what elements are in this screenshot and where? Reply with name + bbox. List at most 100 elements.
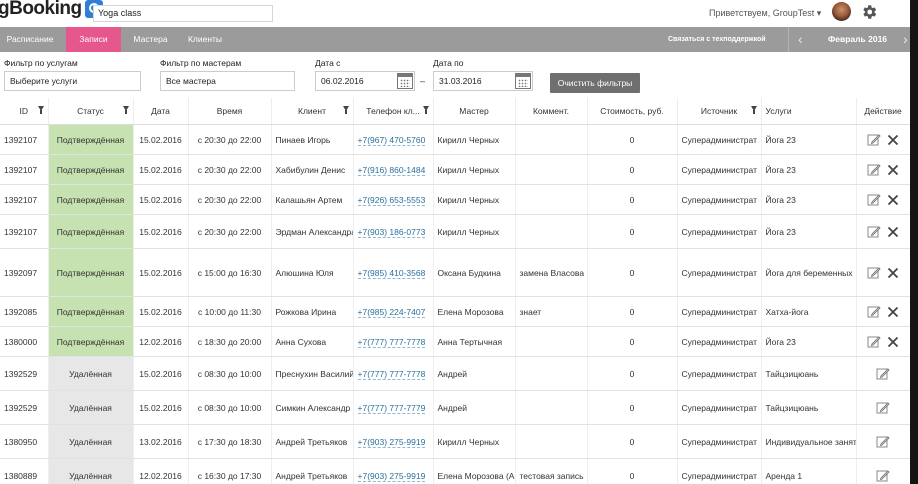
delete-icon[interactable] — [886, 335, 900, 349]
col-header-phone[interactable]: Телефон кл... — [353, 98, 434, 125]
bookings-table-body: 1392107 Подтверждённая 15.02.2016 с 20:30 д… — [0, 124, 910, 484]
gear-icon[interactable] — [860, 3, 878, 21]
col-header-client[interactable]: Клиент — [271, 98, 354, 125]
col-header-source[interactable]: Источник — [677, 98, 762, 125]
table-row[interactable]: 1392107 Подтверждённая 15.02.2016 с 20:30 д… — [0, 184, 910, 215]
booking-cost: 0 — [587, 424, 678, 459]
filter-icon[interactable] — [37, 106, 44, 114]
service-filter-select[interactable]: Выберите услуги — [4, 71, 141, 91]
branch-selector[interactable]: Yoga class — [93, 5, 273, 22]
booking-cost: 0 — [587, 356, 678, 391]
client-phone-cell: +7(916) 860-1484 — [353, 154, 434, 185]
client-name: Эрдман Александра — [271, 214, 354, 249]
booking-date: 15.02.2016 — [133, 296, 189, 327]
client-phone-cell: +7(985) 410-3568 — [353, 248, 434, 297]
booking-comment — [515, 326, 588, 357]
table-row[interactable]: 1392107 Подтверждённая 15.02.2016 с 20:30 д… — [0, 214, 910, 249]
nav-item-bookings[interactable]: Записи — [66, 27, 121, 52]
nav-item-masters[interactable]: Мастера — [127, 27, 174, 52]
booking-cost: 0 — [587, 184, 678, 215]
filter-icon[interactable] — [422, 106, 429, 114]
edit-icon[interactable] — [867, 225, 881, 239]
client-phone-link[interactable]: +7(903) 186-0773 — [357, 226, 426, 238]
clear-filters-button[interactable]: Очистить фильтры — [550, 73, 640, 93]
top-bar: gBooking Yoga class Приветствуем, GroupT… — [0, 0, 910, 28]
col-header-cost[interactable]: Стоимость, руб. — [587, 98, 678, 125]
booking-id: 1392529 — [0, 390, 49, 425]
delete-icon[interactable] — [886, 266, 900, 280]
calendar-icon[interactable] — [515, 73, 531, 89]
nav-item-clients[interactable]: Клиенты — [180, 27, 230, 52]
support-link[interactable]: Связаться с техподдержкой — [668, 27, 766, 52]
edit-icon[interactable] — [867, 193, 881, 207]
delete-icon[interactable] — [886, 193, 900, 207]
booking-service: Йога 23 — [761, 326, 857, 357]
col-header-master[interactable]: Мастер — [433, 98, 516, 125]
table-row[interactable]: 1392085 Подтверждённая 15.02.2016 с 10:00 д… — [0, 296, 910, 327]
client-phone-link[interactable]: +7(967) 470-5760 — [357, 134, 426, 146]
next-month-arrow-icon[interactable]: › — [903, 27, 908, 52]
table-row[interactable]: 1392529 Удалённая 15.02.2016 с 08:30 до 10:… — [0, 390, 910, 425]
edit-icon[interactable] — [867, 305, 881, 319]
table-row[interactable]: 1380889 Удалённая 12.02.2016 с 16:30 до 17:… — [0, 458, 910, 484]
edit-icon[interactable] — [876, 401, 890, 415]
client-phone-link[interactable]: +7(903) 275-9919 — [357, 470, 426, 482]
nav-item-schedule[interactable]: Расписание — [0, 27, 60, 52]
booking-time: с 08:30 до 10:00 — [188, 356, 272, 391]
edit-icon[interactable] — [867, 163, 881, 177]
booking-cost: 0 — [587, 214, 678, 249]
table-row[interactable]: 1392529 Удалённая 15.02.2016 с 08:30 до 10:… — [0, 356, 910, 391]
client-phone-link[interactable]: +7(777) 777-7778 — [357, 336, 426, 348]
client-phone-link[interactable]: +7(985) 224-7407 — [357, 306, 426, 318]
client-phone-link[interactable]: +7(985) 410-3568 — [357, 267, 426, 279]
col-header-date[interactable]: Дата — [133, 98, 189, 125]
table-row[interactable]: 1392107 Подтверждённая 15.02.2016 с 20:30 д… — [0, 154, 910, 185]
table-row[interactable]: 1380000 Подтверждённая 12.02.2016 с 18:30 д… — [0, 326, 910, 357]
row-actions — [856, 424, 910, 459]
booking-date: 15.02.2016 — [133, 248, 189, 297]
delete-icon[interactable] — [886, 305, 900, 319]
booking-time: с 10:00 до 11:30 — [188, 296, 272, 327]
edit-icon[interactable] — [876, 435, 890, 449]
col-header-id[interactable]: ID — [0, 98, 49, 125]
app-window: gBooking Yoga class Приветствуем, GroupT… — [0, 0, 910, 484]
edit-icon[interactable] — [867, 133, 881, 147]
edit-icon[interactable] — [867, 335, 881, 349]
master-name: Елена Морозова (Аврора) — [433, 458, 516, 484]
col-header-comment[interactable]: Коммент. — [515, 98, 588, 125]
prev-month-arrow-icon[interactable]: ‹ — [798, 27, 803, 52]
user-greeting-menu[interactable]: Приветствуем, GroupTest ▾ — [709, 8, 821, 19]
client-phone-link[interactable]: +7(926) 653-5553 — [357, 194, 426, 206]
table-row[interactable]: 1392097 Подтверждённая 15.02.2016 с 15:00 д… — [0, 248, 910, 297]
master-name: Кирилл Черных — [433, 184, 516, 215]
filter-icon[interactable] — [750, 106, 757, 114]
table-row[interactable]: 1380950 Удалённая 13.02.2016 с 17:30 до 18:… — [0, 424, 910, 459]
col-header-time[interactable]: Время — [188, 98, 272, 125]
client-phone-link[interactable]: +7(777) 777-7779 — [357, 402, 426, 414]
booking-id: 1392097 — [0, 248, 49, 297]
filter-icon[interactable] — [342, 106, 349, 114]
table-row[interactable]: 1392107 Подтверждённая 15.02.2016 с 20:30 д… — [0, 124, 910, 155]
filter-icon[interactable] — [122, 106, 129, 114]
col-header-label: Услуги — [765, 106, 792, 116]
row-actions — [856, 214, 910, 249]
client-phone-link[interactable]: +7(916) 860-1484 — [357, 164, 426, 176]
delete-icon[interactable] — [886, 225, 900, 239]
master-filter-select[interactable]: Все мастера — [160, 71, 295, 91]
logo[interactable]: gBooking — [0, 0, 103, 20]
edit-icon[interactable] — [876, 367, 890, 381]
avatar[interactable] — [832, 2, 851, 21]
delete-icon[interactable] — [886, 163, 900, 177]
current-month[interactable]: Февраль 2016 — [828, 27, 887, 52]
delete-icon[interactable] — [886, 133, 900, 147]
calendar-icon[interactable] — [397, 73, 413, 89]
col-header-services[interactable]: Услуги — [761, 98, 857, 125]
table-header-row: ID Статус Дата Время Клиент Телефон кл..… — [0, 98, 910, 125]
client-phone-link[interactable]: +7(777) 777-7778 — [357, 368, 426, 380]
booking-time: с 20:30 до 22:00 — [188, 184, 272, 215]
edit-icon[interactable] — [867, 266, 881, 280]
edit-icon[interactable] — [876, 469, 890, 483]
col-header-label: Дата — [151, 106, 170, 116]
col-header-status[interactable]: Статус — [48, 98, 134, 125]
client-phone-link[interactable]: +7(903) 275-9919 — [357, 436, 426, 448]
